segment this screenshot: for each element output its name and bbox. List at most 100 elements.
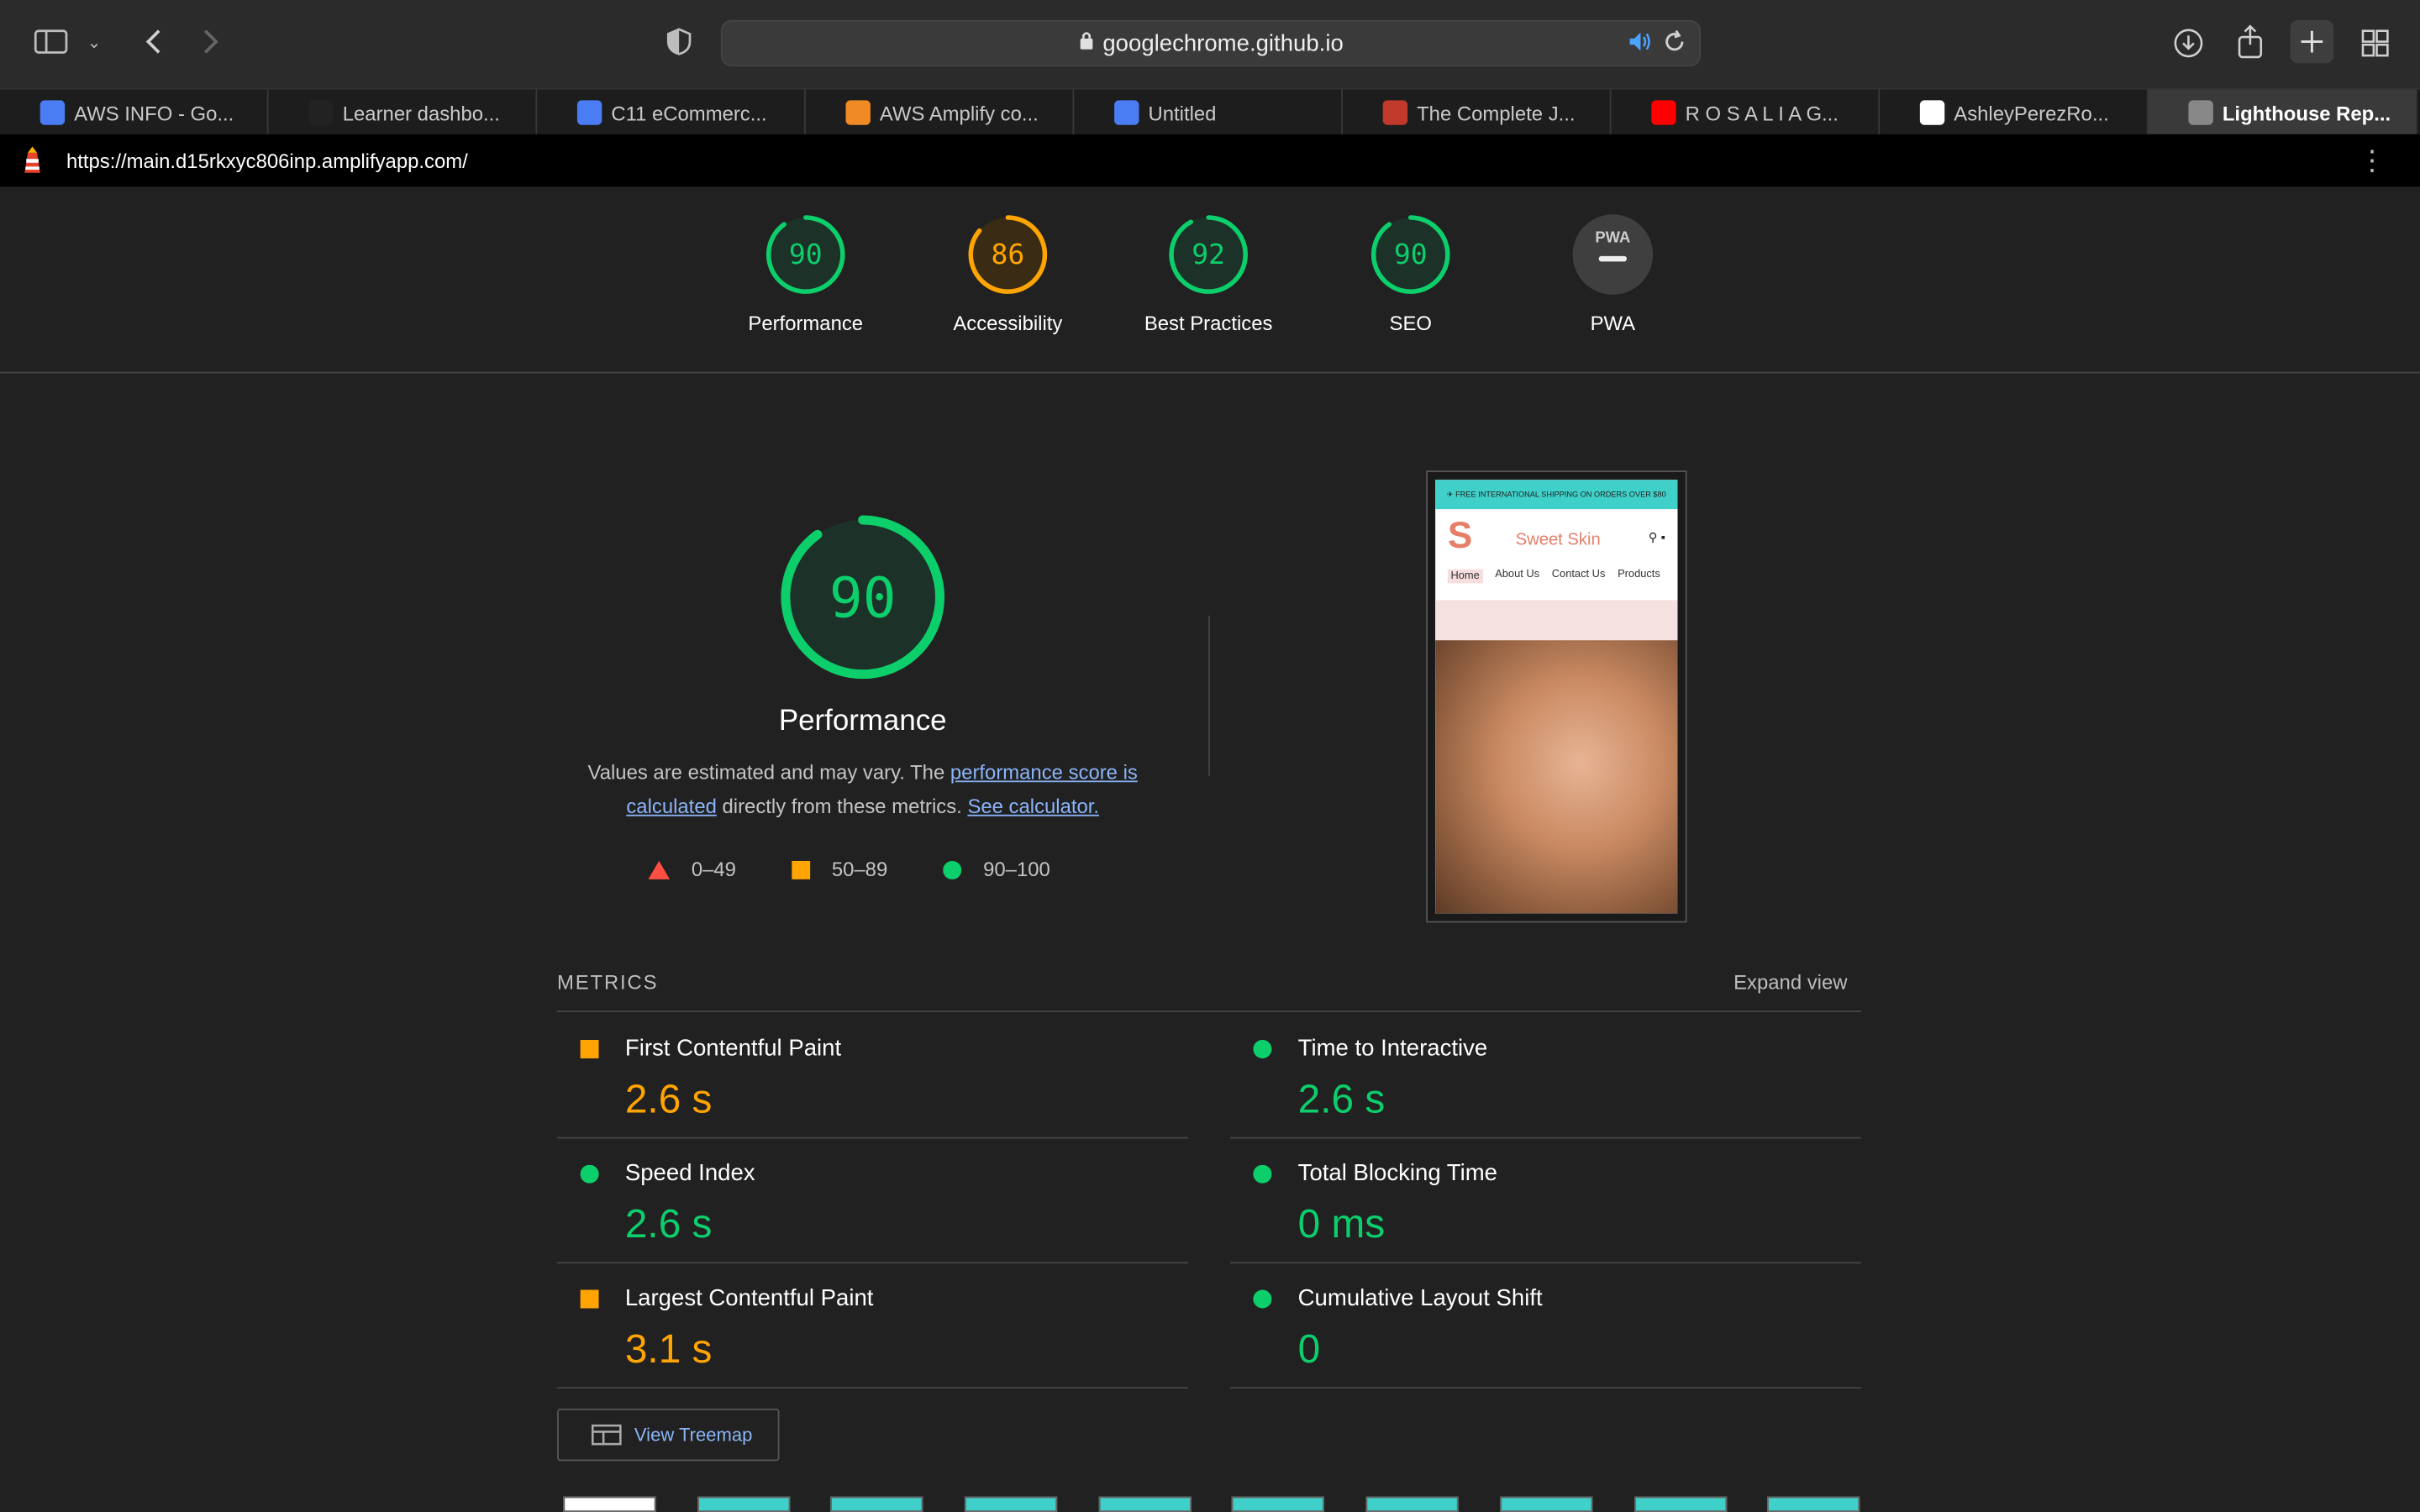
filmstrip-frame [830, 1496, 924, 1512]
metric-value: 0 ms [1297, 1200, 1386, 1247]
shop-nav-about: About Us [1495, 569, 1540, 580]
shipping-banner: ✈ FREE INTERNATIONAL SHIPPING ON ORDERS … [1435, 480, 1678, 510]
browser-tab[interactable]: R O S A L I A G... [1612, 89, 1881, 136]
view-treemap-button[interactable]: View Treemap [557, 1408, 780, 1462]
svg-text:PWA: PWA [1595, 228, 1630, 245]
metrics-heading: METRICS [557, 970, 659, 994]
browser-tab[interactable]: Learner dashbo... [269, 89, 538, 136]
tab-label: Untitled [1148, 101, 1217, 124]
pwa-icon: PWA [1572, 214, 1654, 295]
google-docs-icon [576, 100, 602, 125]
browser-tab[interactable]: Untitled [1074, 89, 1343, 136]
address-bar[interactable]: googlechrome.github.io [720, 19, 1702, 66]
metric-value: 2.6 s [624, 1075, 713, 1122]
filmstrip-frame [563, 1496, 656, 1512]
address-text: googlechrome.github.io [1102, 29, 1344, 57]
reload-icon[interactable] [1662, 29, 1686, 60]
gauge-label: Performance [748, 312, 864, 335]
browser-tab[interactable]: AshleyPerezRo... [1880, 89, 2149, 136]
tab-bar: AWS INFO - Go... Learner dashbo... C11 eCo… [0, 87, 2420, 136]
aws-icon [308, 100, 334, 125]
gauge-pwa[interactable]: PWA PWA [1512, 213, 1713, 335]
screenshot-page: ✈ FREE INTERNATIONAL SHIPPING ON ORDERS … [1435, 480, 1678, 914]
legend-fail-label: 0–49 [691, 858, 736, 881]
youtube-icon [1651, 100, 1676, 125]
divider [1208, 615, 1210, 776]
gauge-accessibility[interactable]: 86 Accessibility [908, 213, 1108, 335]
g-icon [2188, 100, 2213, 125]
square-icon [792, 859, 811, 879]
final-screenshot[interactable]: ✈ FREE INTERNATIONAL SHIPPING ON ORDERS … [1426, 470, 1687, 923]
circle-icon [1253, 1164, 1272, 1184]
filmstrip-frame [1365, 1496, 1459, 1512]
browser-tab[interactable]: Lighthouse Rep... [2148, 89, 2417, 136]
hero-photo [1435, 640, 1678, 914]
filmstrip-frame [1232, 1496, 1325, 1512]
metric-value: 2.6 s [1297, 1075, 1386, 1122]
triangle-icon [648, 859, 671, 879]
score-legend: 0–49 50–89 90–100 [648, 858, 1106, 881]
metric-total-blocking-time: Total Blocking Time 0 ms [1229, 1138, 1862, 1264]
metric-name: Speed Index [624, 1160, 755, 1187]
shield-icon[interactable] [666, 26, 693, 57]
chevron-down-icon[interactable]: ⌄ [85, 29, 103, 54]
metrics-header: METRICS Expand view [557, 969, 1862, 1012]
lighthouse-icon [22, 146, 44, 174]
tab-label: The Complete J... [1417, 101, 1576, 124]
browser-tab[interactable]: C11 eCommerc... [537, 89, 806, 136]
tab-overview-icon[interactable] [2360, 28, 2391, 59]
gauge-label: PWA [1590, 312, 1636, 335]
metric-speed-index: Speed Index 2.6 s [557, 1138, 1189, 1264]
browser-tab[interactable]: AWS INFO - Go... [0, 89, 269, 136]
back-icon[interactable] [139, 24, 166, 58]
shop-nav-contact: Contact Us [1551, 569, 1606, 580]
lock-icon [1078, 30, 1093, 56]
legend-average-label: 50–89 [831, 858, 888, 881]
filmstrip-frame [697, 1496, 790, 1512]
amplify-icon [845, 100, 871, 125]
course-icon [1382, 100, 1408, 125]
desc-text-2: directly from these metrics. [716, 794, 968, 818]
performance-title: Performance [778, 705, 947, 738]
gauge-label: Accessibility [953, 312, 1063, 335]
metric-value: 3.1 s [624, 1325, 713, 1372]
filmstrip [563, 1496, 1901, 1512]
expand-view-toggle[interactable]: Expand view [1733, 970, 1847, 994]
gauge-best-practices[interactable]: 92 Best Practices [1108, 213, 1309, 335]
see-calculator-link[interactable]: See calculator. [967, 795, 1099, 818]
circle-icon [1253, 1289, 1272, 1309]
circle-icon [943, 859, 962, 879]
metric-name: First Contentful Paint [624, 1035, 842, 1062]
report-url[interactable]: https://main.d15rkxyc806inp.amplifyapp.c… [66, 150, 468, 173]
sidebar-icon[interactable] [34, 28, 68, 55]
gauge-seo[interactable]: 90 SEO [1310, 213, 1511, 335]
tab-label: R O S A L I A G... [1685, 101, 1839, 124]
download-icon[interactable] [2171, 26, 2205, 60]
score-value: 90 [789, 238, 823, 270]
view-treemap-label: View Treemap [634, 1424, 753, 1446]
score-value: 90 [1394, 238, 1428, 270]
new-tab-icon[interactable] [2290, 19, 2334, 64]
metric-largest-contentful-paint: Largest Contentful Paint 3.1 s [557, 1263, 1189, 1389]
browser-tab[interactable]: AWS Amplify co... [806, 89, 1075, 136]
gauge-performance[interactable]: 90 Performance [705, 213, 906, 335]
metric-time-to-interactive: Time to Interactive 2.6 s [1229, 1014, 1862, 1139]
more-options-icon[interactable]: ⋮ [2358, 145, 2386, 178]
legend-pass-label: 90–100 [983, 858, 1050, 881]
square-icon [580, 1289, 599, 1309]
shop-nav-home: Home [1447, 569, 1483, 584]
browser-tab[interactable]: The Complete J... [1343, 89, 1612, 136]
filmstrip-frame [1098, 1496, 1192, 1512]
filmstrip-frame [1499, 1496, 1593, 1512]
tab-label: AWS INFO - Go... [74, 101, 234, 124]
circle-icon [580, 1164, 599, 1184]
filmstrip-frame [965, 1496, 1058, 1512]
github-icon [1919, 100, 1945, 125]
metric-value: 0 [1297, 1325, 1321, 1372]
metric-value: 2.6 s [624, 1200, 713, 1247]
share-icon[interactable] [2235, 24, 2266, 60]
tab-label: Lighthouse Rep... [2222, 101, 2391, 124]
performance-score: 90 [829, 566, 897, 631]
forward-icon[interactable] [197, 24, 225, 58]
speaker-icon[interactable] [1628, 31, 1653, 59]
